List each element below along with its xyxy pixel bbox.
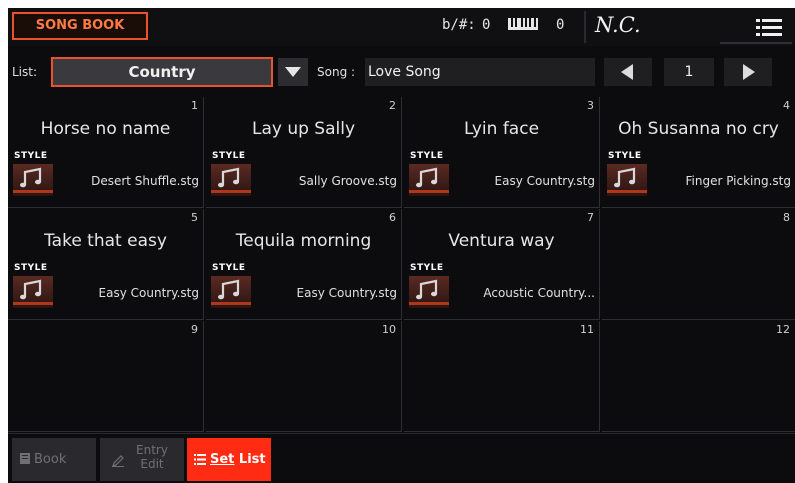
entry-style-name: Finger Picking.stg	[685, 174, 791, 188]
song-entry-cell[interactable]: 7 Ventura way STYLE Acoustic Country...	[404, 209, 600, 320]
tab-set-list-label: Set List	[210, 452, 266, 467]
music-note-icon	[211, 164, 251, 196]
song-entry-cell[interactable]: 6 Tequila morning STYLE Easy Country.stg	[206, 209, 402, 320]
song-entry-cell[interactable]: 11	[404, 321, 600, 432]
style-badge-label: STYLE	[410, 151, 444, 161]
entry-style-name: Sally Groove.stg	[298, 174, 397, 188]
tab-set-list-suffix: List	[234, 452, 266, 467]
entry-number: 3	[587, 99, 594, 112]
song-label: Song :	[317, 65, 356, 79]
tab-book[interactable]: Book	[12, 438, 96, 481]
entry-number: 5	[191, 211, 198, 224]
style-badge-label: STYLE	[14, 151, 48, 161]
song-entry-cell[interactable]: 2 Lay up Sally STYLE Sally Groove.stg	[206, 97, 402, 208]
tab-book-label: Book	[34, 452, 67, 467]
style-badge-label: STYLE	[14, 263, 48, 273]
entry-number: 6	[389, 211, 396, 224]
tab-set-list[interactable]: Set List	[187, 438, 271, 481]
song-entry-cell[interactable]: 5 Take that easy STYLE Easy Country.stg	[8, 209, 204, 320]
style-badge: STYLE	[607, 151, 655, 197]
hamburger-menu-icon[interactable]	[756, 18, 782, 38]
style-badge: STYLE	[211, 151, 259, 197]
entry-title: Ventura way	[448, 231, 555, 251]
tab-entry-edit[interactable]: Entry Edit	[100, 438, 184, 481]
entry-style-name: Desert Shuffle.stg	[91, 174, 199, 188]
entry-number: 8	[783, 211, 790, 224]
list-label: List:	[12, 65, 38, 79]
song-grid: 1 Horse no name STYLE Desert Shuffle.stg 2 La…	[8, 97, 795, 433]
song-entry-cell[interactable]: 8	[602, 209, 795, 320]
style-badge: STYLE	[13, 151, 61, 197]
transpose-label: b/#:	[442, 17, 476, 33]
style-badge-label: STYLE	[608, 151, 642, 161]
octave-value[interactable]: 0	[556, 17, 564, 33]
song-entry-cell[interactable]: 4 Oh Susanna no cry STYLE Finger Picking.st…	[602, 97, 795, 208]
entry-number: 4	[783, 99, 790, 112]
entry-style-name: Acoustic Country...	[483, 286, 595, 300]
entry-number: 10	[382, 323, 396, 336]
list-row: List: Country Song : Love Song 1	[8, 52, 795, 92]
entry-title: Tequila morning	[235, 231, 372, 251]
bottom-tab-bar: Book Entry Edit Set List	[8, 433, 795, 483]
entry-style-name: Easy Country.stg	[296, 286, 397, 300]
style-badge: STYLE	[409, 263, 457, 309]
entry-style-name: Easy Country.stg	[98, 286, 199, 300]
style-badge-label: STYLE	[410, 263, 444, 273]
entry-number: 7	[587, 211, 594, 224]
next-page-button[interactable]	[724, 58, 772, 86]
style-badge: STYLE	[211, 263, 259, 309]
song-entry-cell[interactable]: 1 Horse no name STYLE Desert Shuffle.stg	[8, 97, 204, 208]
page-title[interactable]: SONG BOOK	[12, 12, 148, 40]
entry-title: Lyin face	[463, 119, 540, 139]
style-badge-label: STYLE	[212, 263, 246, 273]
list-dropdown-arrow-icon[interactable]	[278, 58, 308, 86]
tab-entry-edit-line2: Edit	[140, 457, 164, 471]
entry-title: Oh Susanna no cry	[618, 119, 779, 139]
entry-title: Lay up Sally	[251, 119, 356, 139]
header-bar: SONG BOOK b/#: 0 0 N.C.	[8, 8, 795, 46]
list-icon	[194, 454, 206, 465]
chord-display: N.C.	[595, 13, 641, 37]
style-badge: STYLE	[409, 151, 457, 197]
song-entry-cell[interactable]: 3 Lyin face STYLE Easy Country.stg	[404, 97, 600, 208]
music-note-icon	[13, 164, 53, 196]
entry-number: 2	[389, 99, 396, 112]
menu-underline	[720, 42, 792, 44]
list-select[interactable]: Country	[51, 57, 273, 87]
music-note-icon	[13, 276, 53, 308]
song-book-screen: SONG BOOK b/#: 0 0 N.C. List: Country So…	[8, 8, 795, 483]
entry-number: 12	[776, 323, 790, 336]
page-number: 1	[664, 58, 714, 86]
song-entry-cell[interactable]: 12	[602, 321, 795, 432]
entry-number: 11	[580, 323, 594, 336]
entry-number: 9	[191, 323, 198, 336]
song-name-field[interactable]: Love Song	[365, 58, 595, 86]
entry-number: 1	[191, 99, 198, 112]
entry-style-name: Easy Country.stg	[494, 174, 595, 188]
keyboard-icon	[508, 18, 538, 32]
music-note-icon	[409, 276, 449, 308]
style-badge: STYLE	[13, 263, 61, 309]
book-icon	[20, 453, 30, 464]
header-divider	[584, 11, 586, 43]
song-entry-cell[interactable]: 9	[8, 321, 204, 432]
song-entry-cell[interactable]: 10	[206, 321, 402, 432]
transpose-value[interactable]: 0	[482, 17, 490, 33]
music-note-icon	[211, 276, 251, 308]
tab-entry-edit-label: Entry Edit	[130, 443, 174, 471]
music-note-icon	[607, 164, 647, 196]
entry-title: Horse no name	[40, 119, 171, 139]
tab-set-list-prefix: Set	[210, 452, 235, 467]
style-badge-label: STYLE	[212, 151, 246, 161]
entry-title: Take that easy	[44, 231, 167, 251]
tab-entry-edit-line1: Entry	[136, 443, 168, 457]
music-note-icon	[409, 164, 449, 196]
previous-page-button[interactable]	[604, 58, 652, 86]
pencil-icon	[112, 455, 124, 467]
